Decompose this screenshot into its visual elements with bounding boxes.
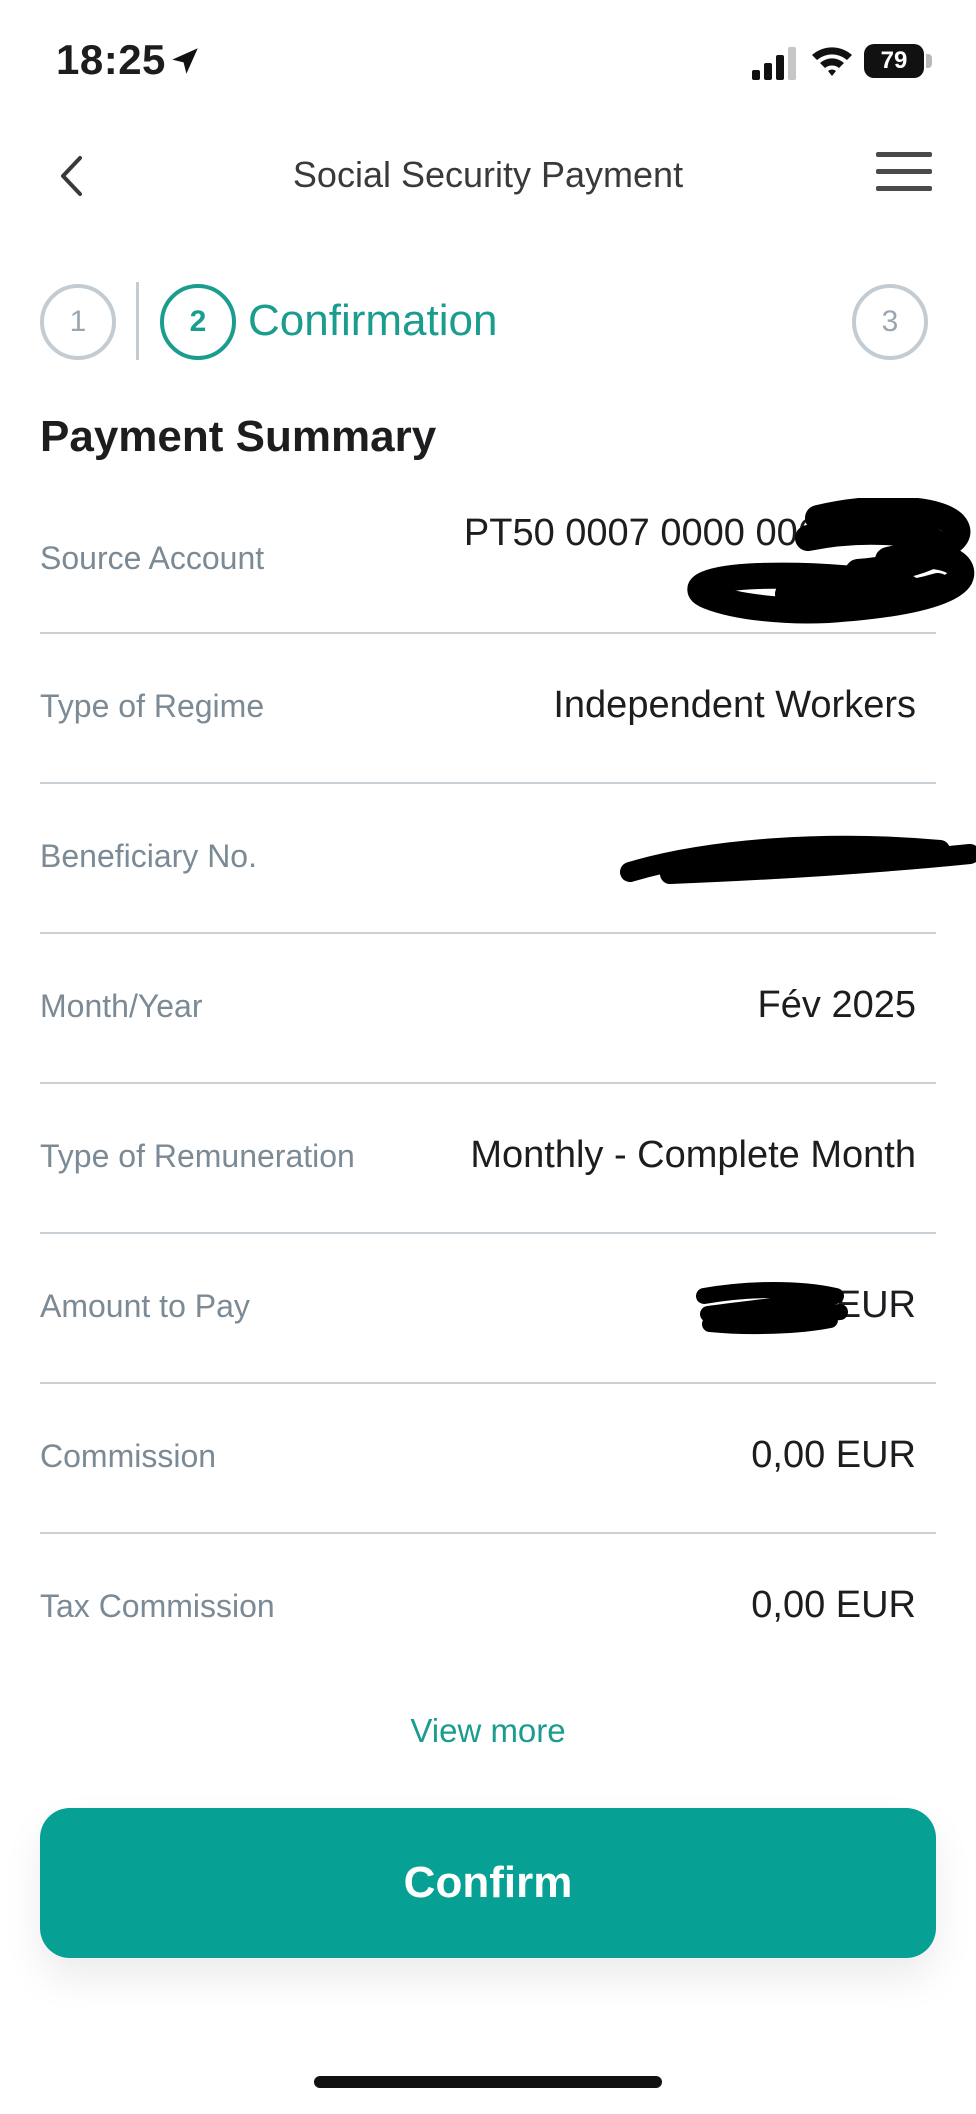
step-1-circle: 1 [40,284,116,360]
step-3-circle: 3 [852,284,928,360]
row-label: Amount to Pay [40,1288,250,1324]
hamburger-menu-icon [876,152,932,157]
app-header: Social Security Payment [0,130,976,220]
hamburger-line [876,186,932,191]
menu-button[interactable] [876,152,932,198]
summary-row-amount: Amount to Pay EUR [40,1234,936,1384]
summary-row-tax-commission: Tax Commission 0,00 EUR [40,1534,936,1684]
row-label: Type of Regime [40,688,265,724]
wifi-icon [812,47,852,76]
step-2-circle: 2 [160,284,236,360]
row-value: 0,00 EUR [751,1584,916,1626]
row-value: Independent Workers [553,684,916,726]
cell-signal-icon [752,47,796,80]
row-label: Month/Year [40,988,203,1024]
summary-row-regime: Type of Regime Independent Workers [40,634,936,784]
progress-stepper: 1 2 Confirmation 3 [0,282,976,362]
summary-row-source-account: Source Account PT50 0007 0000 0068 [40,484,975,634]
summary-row-month-year: Month/Year Fév 2025 [40,934,936,1084]
step-divider [136,282,139,360]
view-more-link[interactable]: View more [0,1712,976,1750]
row-label: Tax Commission [40,1588,275,1624]
summary-row-remuneration: Type of Remuneration Monthly - Complete … [40,1084,936,1234]
summary-row-beneficiary: Beneficiary No. [40,784,976,934]
redaction-scribble [687,498,975,624]
status-bar: 18:25 79 [0,0,976,120]
step-2-label: Confirmation [248,296,498,345]
row-value: Monthly - Complete Month [470,1134,916,1176]
summary-row-commission: Commission 0,00 EUR [40,1384,936,1534]
page-title: Social Security Payment [292,154,684,195]
confirm-button[interactable]: Confirm [40,1808,936,1958]
status-time: 18:25 [56,36,166,83]
battery-tip [926,54,932,68]
payment-confirmation-screen: 18:25 79 Social Security Payment 1 2 Con… [0,0,976,2114]
section-title: Payment Summary [40,412,437,461]
redaction-scribble [696,1282,848,1335]
redaction-scribble [620,835,976,884]
row-label: Type of Remuneration [40,1138,355,1174]
row-value: Fév 2025 [757,984,916,1026]
row-value: 0,00 EUR [751,1434,916,1476]
summary-list: Source Account PT50 0007 0000 0068 Type … [40,484,976,1684]
row-label: Commission [40,1438,217,1474]
row-label: Source Account [40,540,265,576]
row-label: Beneficiary No. [40,838,257,874]
hamburger-line [876,169,932,174]
battery-icon: 79 [864,44,924,78]
location-arrow-icon [172,48,198,74]
home-indicator [314,2076,662,2088]
